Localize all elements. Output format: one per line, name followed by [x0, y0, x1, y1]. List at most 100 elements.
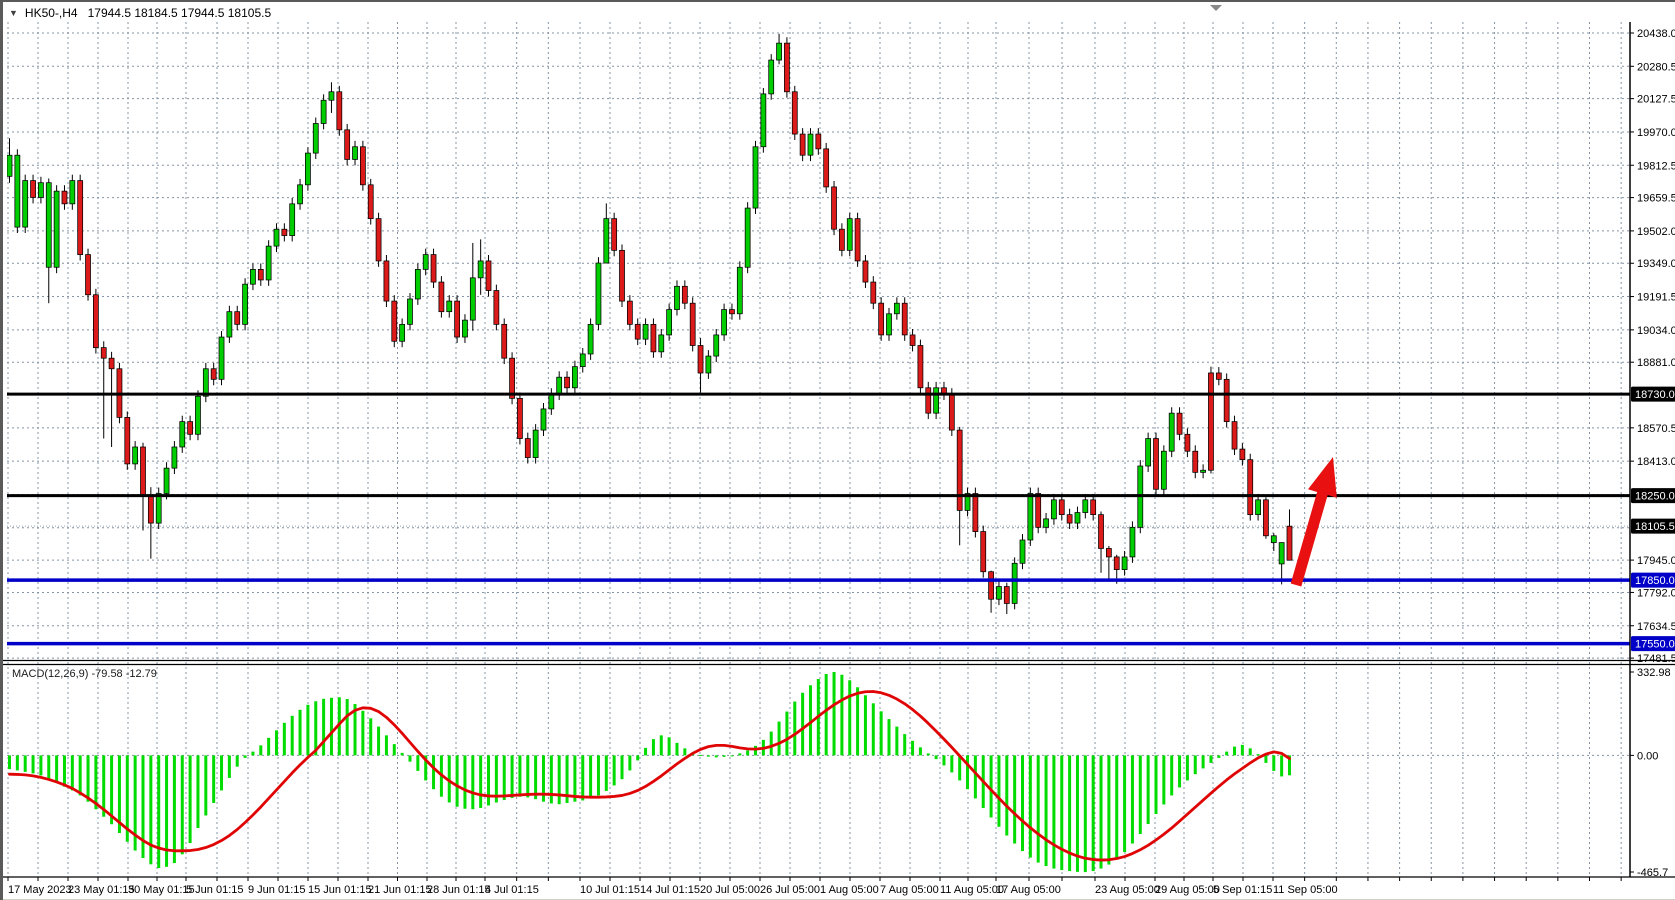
macd-bar [895, 727, 898, 756]
candle-body [415, 269, 420, 299]
time-tick-label: 15 Jun 01:15 [308, 884, 372, 896]
macd-tick-label: 332.98 [1637, 667, 1671, 679]
candle-body [70, 181, 75, 204]
candle-body [714, 335, 719, 356]
candle-body [109, 358, 114, 369]
candle-body [596, 263, 601, 324]
candle-body [824, 149, 829, 187]
price-tag-label: 18250.0 [1635, 491, 1675, 503]
macd-bar [267, 738, 270, 756]
candle-body [148, 496, 153, 523]
macd-bar [730, 755, 733, 756]
candle-body [78, 181, 83, 255]
candlestick-series [7, 34, 1292, 614]
macd-bar [1084, 755, 1087, 872]
price-tick-label: 19659.5 [1637, 193, 1675, 205]
macd-bar [346, 699, 349, 755]
candle-body [1287, 526, 1292, 560]
macd-tick-label: 0.00 [1637, 750, 1658, 762]
title-bar: ▼ HK50-,H4 17944.5 18184.5 17944.5 18105… [9, 5, 271, 21]
macd-bar [605, 755, 608, 791]
candle-body [439, 282, 444, 312]
horizontal-line-objects[interactable] [7, 394, 1630, 643]
macd-bar [32, 755, 35, 773]
price-chart-canvas[interactable]: 20438.020280.520127.519970.019812.519659… [3, 2, 1675, 900]
macd-bar [518, 755, 521, 796]
macd-bar [1233, 747, 1236, 756]
candle-body [384, 261, 389, 301]
candle-body [910, 335, 915, 346]
macd-bar [228, 755, 231, 778]
candle-body [1044, 519, 1049, 527]
macd-bar [1060, 755, 1063, 870]
candle-body [1012, 563, 1017, 603]
time-axis[interactable]: 17 May 202323 May 01:1530 May 01:155 Jun… [8, 877, 1621, 896]
candle-body [580, 354, 585, 367]
candle-body [1263, 500, 1268, 536]
chart-window: ▼ HK50-,H4 17944.5 18184.5 17944.5 18105… [0, 0, 1675, 900]
candle-body [15, 155, 20, 227]
candle-body [612, 219, 617, 251]
candle-body [784, 43, 789, 92]
macd-bar [699, 755, 702, 756]
candle-body [949, 394, 954, 430]
macd-bar [369, 718, 372, 755]
candle-body [674, 286, 679, 309]
time-tick-label: 5 Jun 01:15 [186, 884, 244, 896]
candle-body [282, 229, 287, 235]
time-tick-label: 9 Jun 01:15 [248, 884, 306, 896]
candle-body [164, 468, 169, 493]
macd-bar [754, 746, 757, 756]
macd-bar [511, 755, 514, 798]
candle-body [125, 417, 130, 464]
macd-bar [660, 735, 663, 755]
candle-body [172, 447, 177, 468]
macd-bar [149, 755, 152, 864]
macd-bar [47, 755, 50, 779]
macd-bar [652, 739, 655, 755]
macd-bar [377, 727, 380, 756]
candle-body [140, 447, 145, 496]
macd-bar [1272, 755, 1275, 771]
candle-body [981, 532, 986, 572]
candle-body [305, 153, 310, 185]
candle-body [996, 587, 1001, 600]
candle-body [855, 219, 860, 261]
macd-bar [196, 755, 199, 828]
macd-bar [848, 680, 851, 755]
candle-body [832, 187, 837, 229]
bullish-arrow-annotation[interactable] [1291, 457, 1337, 587]
macd-bar [1241, 745, 1244, 756]
price-axis[interactable]: 20438.020280.520127.519970.019812.519659… [1630, 28, 1675, 665]
macd-bar [393, 744, 396, 755]
price-tick-label: 19502.0 [1637, 226, 1675, 238]
candle-body [588, 324, 593, 354]
candle-body [156, 493, 161, 523]
chart-shift-marker-icon[interactable] [1210, 5, 1222, 11]
price-tick-label: 17945.0 [1637, 555, 1675, 567]
macd-bar [668, 737, 671, 755]
candle-body [1122, 557, 1127, 570]
macd-axis[interactable]: 332.980.00-465.7 [1630, 667, 1671, 879]
candle-body [769, 60, 774, 94]
candle-body [1248, 460, 1253, 515]
candle-body [1161, 451, 1166, 489]
macd-bar [244, 755, 247, 758]
symbol-dropdown-icon[interactable]: ▼ [9, 8, 18, 18]
candle-body [329, 92, 334, 100]
candle-body [643, 324, 648, 339]
macd-bar [911, 741, 914, 756]
candle-body [353, 147, 358, 160]
candle-body [7, 155, 12, 176]
macd-bar [1029, 755, 1032, 857]
time-tick-label: 30 May 01:15 [128, 884, 195, 896]
macd-bar [723, 755, 726, 757]
time-tick-label: 5 Sep 01:15 [1213, 884, 1272, 896]
macd-histogram [8, 672, 1291, 872]
macd-bar [1013, 755, 1016, 843]
candle-body [298, 185, 303, 204]
candle-body [337, 92, 342, 130]
candle-body [620, 250, 625, 301]
macd-bar [746, 750, 749, 755]
macd-bar [942, 755, 945, 765]
